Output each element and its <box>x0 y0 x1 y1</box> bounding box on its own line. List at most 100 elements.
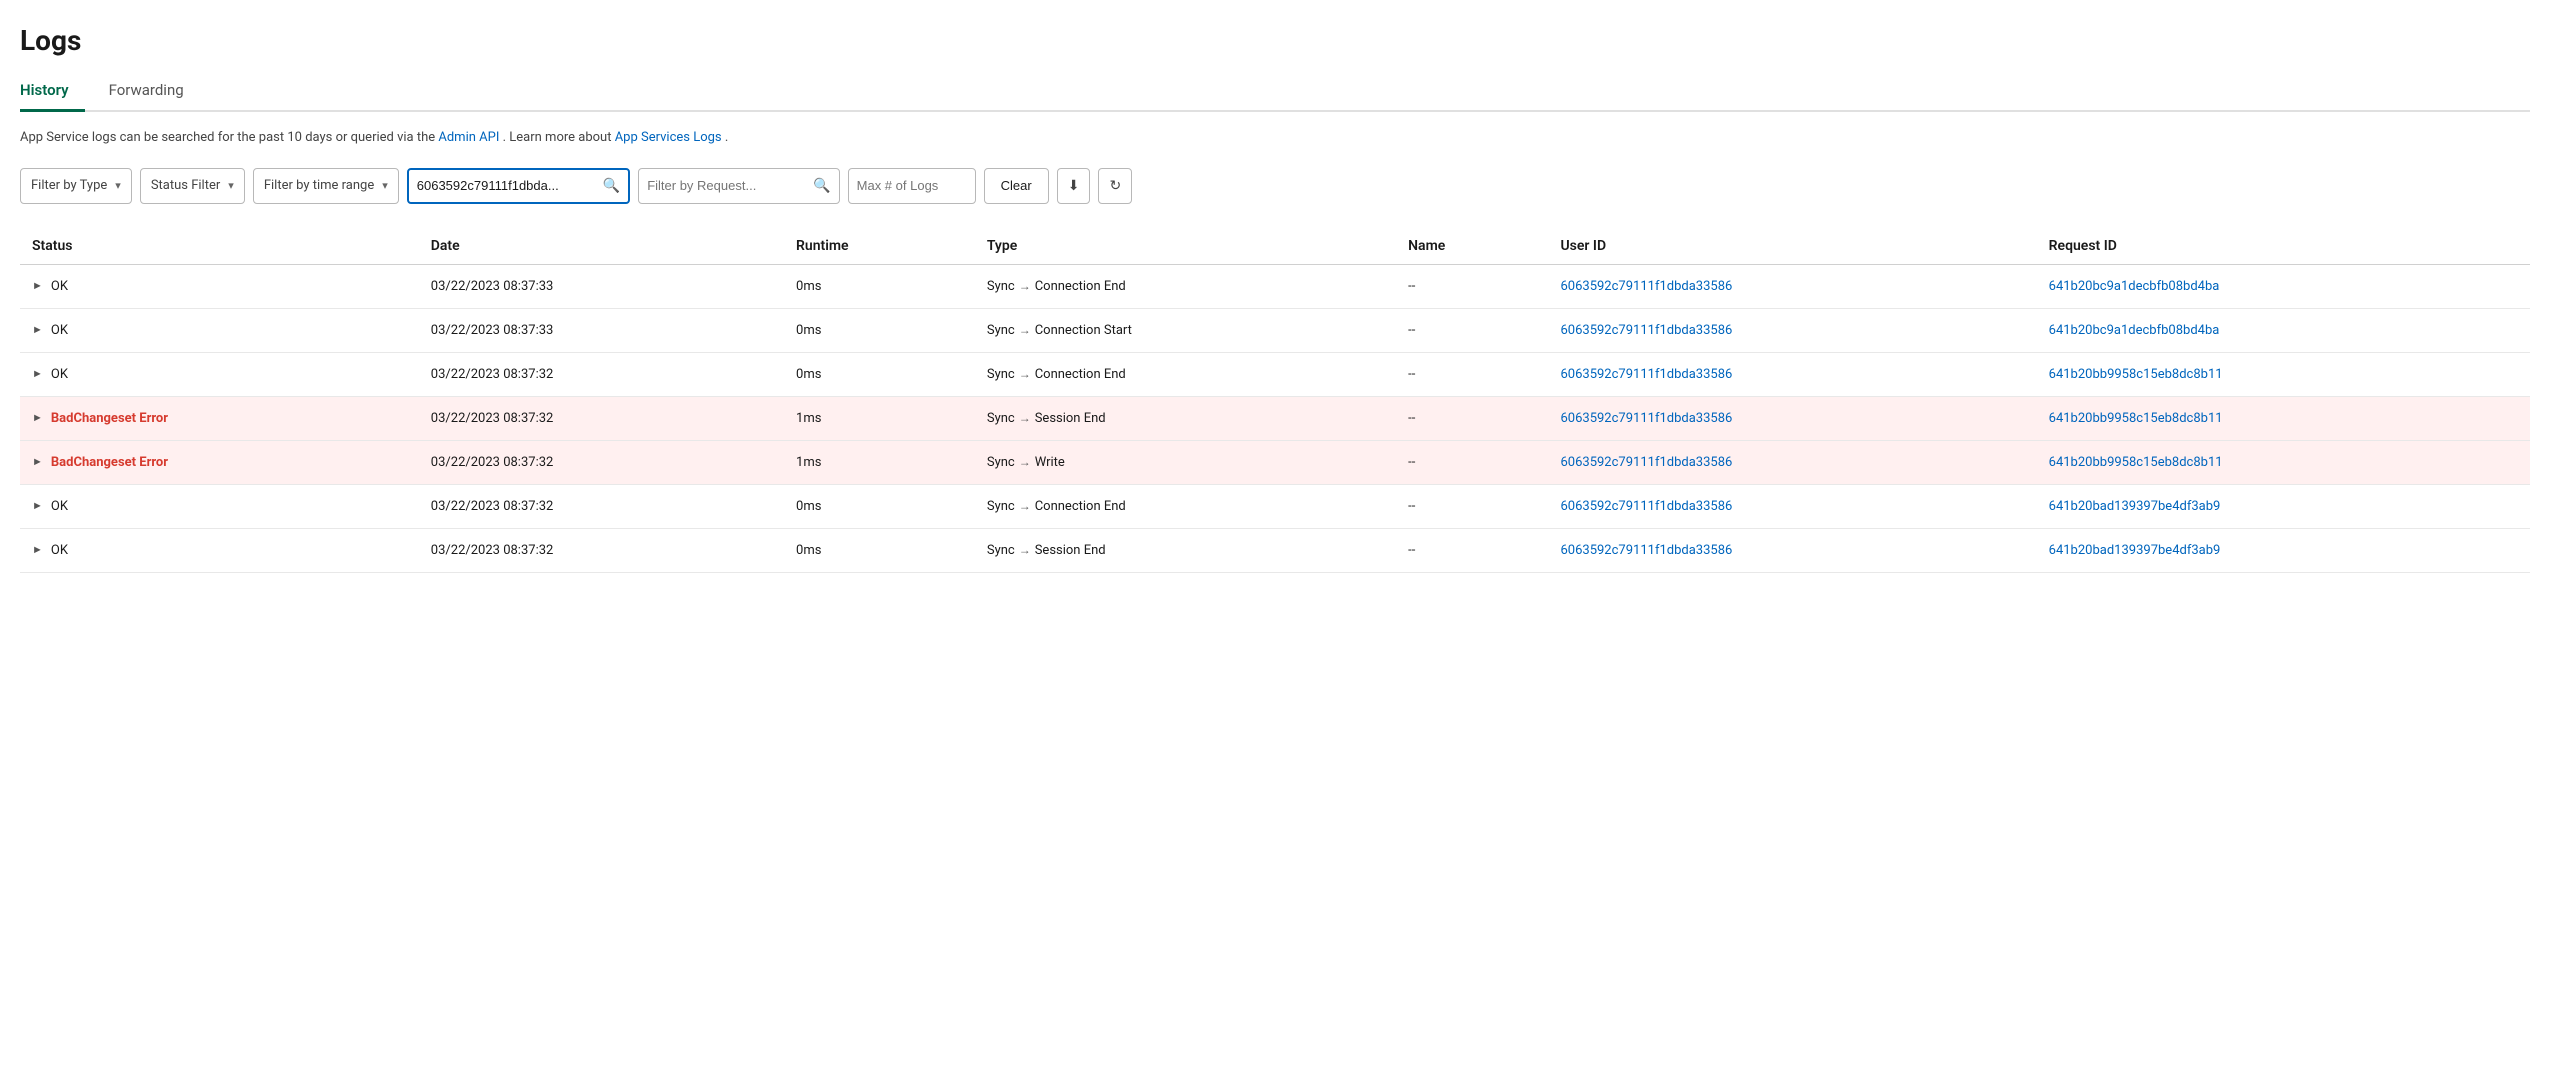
status-filter-label: Status Filter <box>151 178 220 193</box>
user-id-link-2[interactable]: 6063592c79111f1dbda33586 <box>1560 367 1732 382</box>
max-logs-container[interactable] <box>848 168 976 204</box>
col-requestid: Request ID <box>2037 228 2530 265</box>
type-arrow-1: → <box>1019 323 1031 337</box>
request-id-link-0[interactable]: 641b20bc9a1decbfb08bd4ba <box>2049 279 2220 294</box>
cell-requestid-0: 641b20bc9a1decbfb08bd4ba <box>2037 264 2530 308</box>
table-row[interactable]: ► OK 03/22/2023 08:37:32 0ms Sync → Conn… <box>20 352 2530 396</box>
request-search-icon: 🔍 <box>813 178 830 194</box>
cell-status-5: ► OK <box>20 484 419 528</box>
user-id-link-4[interactable]: 6063592c79111f1dbda33586 <box>1560 455 1732 470</box>
cell-type-5: Sync → Connection End <box>975 484 1396 528</box>
cell-runtime-3: 1ms <box>784 396 975 440</box>
table-row[interactable]: ► OK 03/22/2023 08:37:32 0ms Sync → Conn… <box>20 484 2530 528</box>
cell-runtime-5: 0ms <box>784 484 975 528</box>
cell-date-6: 03/22/2023 08:37:32 <box>419 528 784 572</box>
cell-userid-3: 6063592c79111f1dbda33586 <box>1548 396 2036 440</box>
admin-api-link[interactable]: Admin API <box>438 130 499 145</box>
type-arrow-6: → <box>1019 543 1031 557</box>
time-range-chevron: ▾ <box>382 179 388 192</box>
col-name: Name <box>1396 228 1548 265</box>
app-services-logs-link[interactable]: App Services Logs <box>615 130 722 145</box>
cell-date-5: 03/22/2023 08:37:32 <box>419 484 784 528</box>
table-row[interactable]: ► BadChangeset Error 03/22/2023 08:37:32… <box>20 396 2530 440</box>
user-id-link-5[interactable]: 6063592c79111f1dbda33586 <box>1560 499 1732 514</box>
user-id-link-1[interactable]: 6063592c79111f1dbda33586 <box>1560 323 1732 338</box>
cell-runtime-0: 0ms <box>784 264 975 308</box>
type-arrow-2: → <box>1019 367 1031 381</box>
time-range-filter[interactable]: Filter by time range ▾ <box>253 168 399 204</box>
cell-status-2: ► OK <box>20 352 419 396</box>
row-expand-btn-4[interactable]: ► <box>32 456 43 468</box>
request-id-link-6[interactable]: 641b20bad139397be4df3ab9 <box>2049 543 2221 558</box>
table-row[interactable]: ► OK 03/22/2023 08:37:33 0ms Sync → Conn… <box>20 308 2530 352</box>
cell-date-1: 03/22/2023 08:37:33 <box>419 308 784 352</box>
status-label-5: OK <box>51 499 68 514</box>
cell-type-1: Sync → Connection Start <box>975 308 1396 352</box>
cell-userid-4: 6063592c79111f1dbda33586 <box>1548 440 2036 484</box>
status-label-3: BadChangeset Error <box>51 411 168 426</box>
table-row[interactable]: ► OK 03/22/2023 08:37:33 0ms Sync → Conn… <box>20 264 2530 308</box>
row-expand-btn-6[interactable]: ► <box>32 544 43 556</box>
cell-type-2: Sync → Connection End <box>975 352 1396 396</box>
status-label-4: BadChangeset Error <box>51 455 168 470</box>
request-id-link-2[interactable]: 641b20bb9958c15eb8dc8b11 <box>2049 367 2223 382</box>
cell-type-3: Sync → Session End <box>975 396 1396 440</box>
cell-name-5: -- <box>1396 484 1548 528</box>
type-arrow-5: → <box>1019 499 1031 513</box>
type-filter[interactable]: Filter by Type ▾ <box>20 168 132 204</box>
cell-status-4: ► BadChangeset Error <box>20 440 419 484</box>
row-expand-btn-5[interactable]: ► <box>32 500 43 512</box>
status-filter-chevron: ▾ <box>228 179 234 192</box>
clear-button[interactable]: Clear <box>984 168 1049 204</box>
status-label-1: OK <box>51 323 68 338</box>
row-expand-btn-1[interactable]: ► <box>32 324 43 336</box>
type-filter-label: Filter by Type <box>31 178 107 193</box>
cell-status-6: ► OK <box>20 528 419 572</box>
type-arrow-3: → <box>1019 411 1031 425</box>
cell-name-0: -- <box>1396 264 1548 308</box>
cell-name-2: -- <box>1396 352 1548 396</box>
cell-name-3: -- <box>1396 396 1548 440</box>
user-id-link-3[interactable]: 6063592c79111f1dbda33586 <box>1560 411 1732 426</box>
cell-date-2: 03/22/2023 08:37:32 <box>419 352 784 396</box>
user-id-search-input[interactable] <box>417 178 597 193</box>
cell-type-4: Sync → Write <box>975 440 1396 484</box>
type-filter-chevron: ▾ <box>115 179 121 192</box>
cell-runtime-4: 1ms <box>784 440 975 484</box>
download-button[interactable]: ⬇ <box>1057 168 1091 204</box>
cell-requestid-4: 641b20bb9958c15eb8dc8b11 <box>2037 440 2530 484</box>
logs-table: Status Date Runtime Type Name User ID Re… <box>20 228 2530 573</box>
table-row[interactable]: ► BadChangeset Error 03/22/2023 08:37:32… <box>20 440 2530 484</box>
tab-history[interactable]: History <box>20 73 85 112</box>
request-id-link-5[interactable]: 641b20bad139397be4df3ab9 <box>2049 499 2221 514</box>
search-input-container[interactable]: 🔍 <box>407 168 630 204</box>
user-id-link-0[interactable]: 6063592c79111f1dbda33586 <box>1560 279 1732 294</box>
request-id-link-4[interactable]: 641b20bb9958c15eb8dc8b11 <box>2049 455 2223 470</box>
table-row[interactable]: ► OK 03/22/2023 08:37:32 0ms Sync → Sess… <box>20 528 2530 572</box>
cell-status-0: ► OK <box>20 264 419 308</box>
user-id-link-6[interactable]: 6063592c79111f1dbda33586 <box>1560 543 1732 558</box>
request-filter-input[interactable] <box>647 178 807 193</box>
request-filter-container[interactable]: 🔍 <box>638 168 839 204</box>
page-title: Logs <box>20 24 2530 57</box>
status-label-6: OK <box>51 543 68 558</box>
cell-requestid-3: 641b20bb9958c15eb8dc8b11 <box>2037 396 2530 440</box>
refresh-button[interactable]: ↻ <box>1098 168 1132 204</box>
type-arrow-0: → <box>1019 279 1031 293</box>
cell-requestid-1: 641b20bc9a1decbfb08bd4ba <box>2037 308 2530 352</box>
table-header-row: Status Date Runtime Type Name User ID Re… <box>20 228 2530 265</box>
cell-date-3: 03/22/2023 08:37:32 <box>419 396 784 440</box>
row-expand-btn-3[interactable]: ► <box>32 412 43 424</box>
max-logs-input[interactable] <box>857 178 967 193</box>
cell-userid-2: 6063592c79111f1dbda33586 <box>1548 352 2036 396</box>
cell-date-0: 03/22/2023 08:37:33 <box>419 264 784 308</box>
cell-userid-5: 6063592c79111f1dbda33586 <box>1548 484 2036 528</box>
search-icon: 🔍 <box>603 178 620 194</box>
tab-forwarding[interactable]: Forwarding <box>109 73 200 112</box>
status-filter[interactable]: Status Filter ▾ <box>140 168 245 204</box>
row-expand-btn-2[interactable]: ► <box>32 368 43 380</box>
row-expand-btn-0[interactable]: ► <box>32 280 43 292</box>
request-id-link-1[interactable]: 641b20bc9a1decbfb08bd4ba <box>2049 323 2220 338</box>
cell-runtime-6: 0ms <box>784 528 975 572</box>
request-id-link-3[interactable]: 641b20bb9958c15eb8dc8b11 <box>2049 411 2223 426</box>
